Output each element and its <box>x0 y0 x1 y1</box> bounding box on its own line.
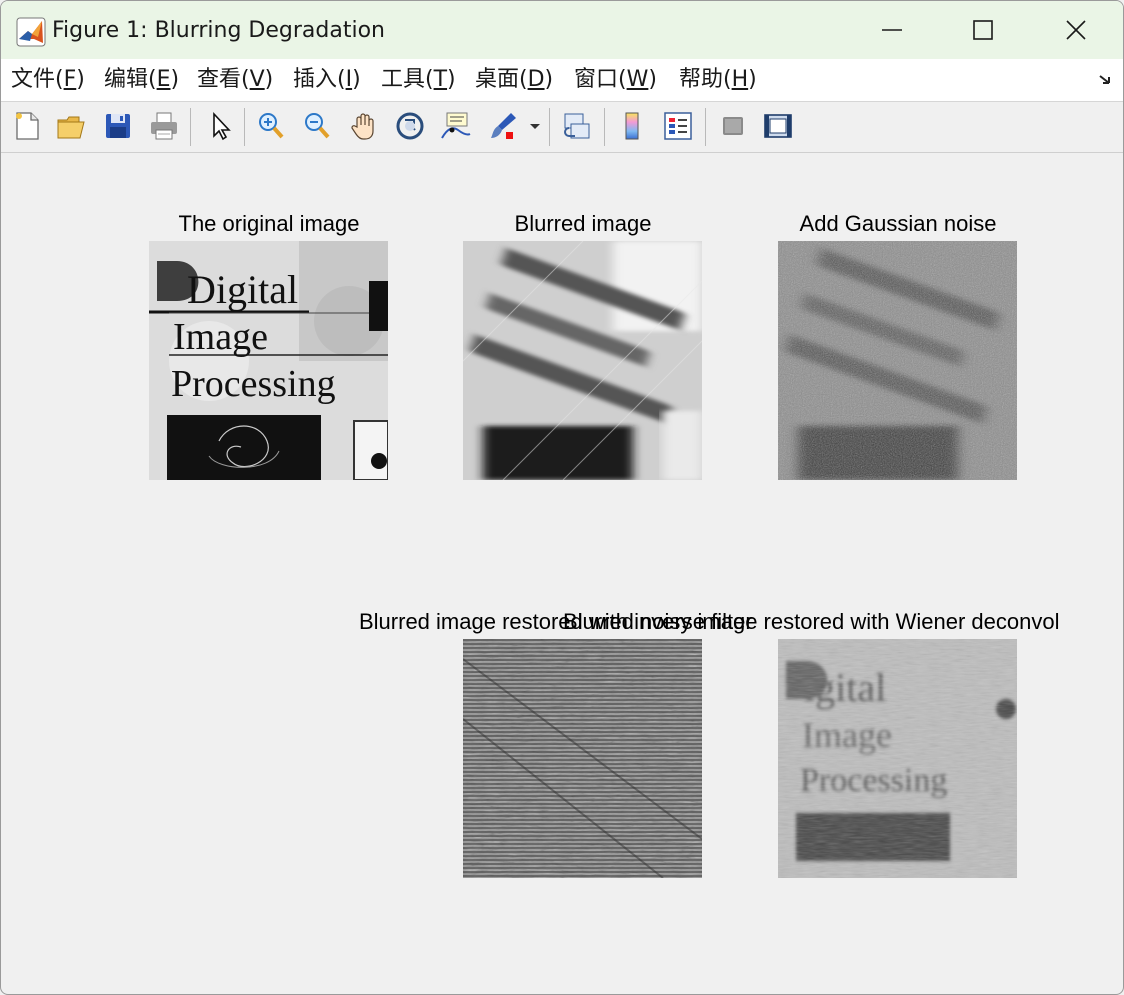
edit-plot-cursor-icon[interactable] <box>202 108 238 144</box>
toolbar-separator <box>705 108 706 146</box>
menu-label-end: ) <box>648 67 657 92</box>
print-icon[interactable] <box>146 108 182 144</box>
zoom-out-icon[interactable] <box>299 108 335 144</box>
menu-mnemonic: V <box>249 67 265 92</box>
menu-label: 帮助( <box>679 67 732 92</box>
toolbar-separator <box>549 108 550 146</box>
save-icon[interactable] <box>100 108 136 144</box>
menu-label: 工具( <box>381 67 434 92</box>
image-text-digital: Digital <box>187 267 298 312</box>
menu-label: 桌面( <box>475 67 528 92</box>
menu-label-end: ) <box>264 67 274 92</box>
show-plot-tools-icon[interactable] <box>760 108 796 144</box>
menu-label-end: ) <box>544 67 554 92</box>
menu-mnemonic: E <box>156 67 171 92</box>
matlab-app-icon <box>16 17 46 47</box>
menu-label: 编辑( <box>104 67 157 92</box>
minimize-icon <box>882 29 902 31</box>
close-button[interactable] <box>1031 5 1121 55</box>
menu-tools[interactable]: 工具(T) <box>381 65 456 95</box>
original-image: Digital Image Processing <box>149 241 388 480</box>
toolbar-separator <box>604 108 605 146</box>
close-icon <box>1066 20 1086 40</box>
menu-mnemonic: D <box>527 67 545 92</box>
figure-toolbar <box>1 102 1123 153</box>
menu-desktop[interactable]: 桌面(D) <box>475 65 553 95</box>
inverse-restored-image <box>463 639 702 878</box>
hide-plot-tools-icon[interactable] <box>715 108 751 144</box>
noisy-image <box>778 241 1017 480</box>
menu-insert[interactable]: 插入(I) <box>293 65 361 95</box>
toolbar-separator <box>244 108 245 146</box>
menu-label-end: ) <box>352 67 361 92</box>
menu-label-end: ) <box>447 67 456 92</box>
menu-bar: 文件(F) 编辑(E) 查看(V) 插入(I) 工具(T) 桌面(D) 窗口(W… <box>1 59 1123 102</box>
new-figure-icon[interactable] <box>9 108 45 144</box>
data-cursor-icon[interactable] <box>438 108 474 144</box>
brush-dropdown-icon[interactable] <box>525 108 545 144</box>
maximize-button[interactable] <box>938 5 1028 55</box>
open-file-icon[interactable] <box>53 108 89 144</box>
menu-label-end: ) <box>170 67 180 92</box>
link-plot-icon[interactable] <box>559 108 595 144</box>
figure-window: Figure 1: Blurring Degradation 文件(F) 编辑(… <box>0 0 1124 995</box>
window-title: Figure 1: Blurring Degradation <box>52 18 385 43</box>
menu-mnemonic: H <box>731 67 749 92</box>
title-bar: Figure 1: Blurring Degradation <box>1 1 1123 59</box>
menu-label: 窗口( <box>574 67 627 92</box>
legend-icon[interactable] <box>660 108 696 144</box>
menu-label: 插入( <box>293 67 346 92</box>
menu-window[interactable]: 窗口(W) <box>574 65 657 95</box>
brush-icon[interactable] <box>485 108 521 144</box>
wiener-restored-image: igital Image Processing <box>778 639 1017 878</box>
menu-label: 查看( <box>197 67 250 92</box>
maximize-icon <box>973 20 993 40</box>
toolbar-separator <box>190 108 191 146</box>
image-text-image: Image <box>173 316 268 358</box>
menu-mnemonic: T <box>433 67 448 92</box>
menu-view[interactable]: 查看(V) <box>197 65 273 95</box>
image-text-processing: Processing <box>171 363 336 405</box>
dock-figure-icon[interactable] <box>1097 71 1115 89</box>
subplot-title-original: The original image <box>178 211 360 236</box>
menu-label-end: ) <box>76 67 85 92</box>
rotate-3d-icon[interactable] <box>392 108 428 144</box>
menu-mnemonic: W <box>626 67 649 92</box>
menu-mnemonic: F <box>63 67 77 92</box>
menu-edit[interactable]: 编辑(E) <box>104 65 179 95</box>
blurred-image <box>463 241 702 480</box>
subplot-title-wiener: Blurred noisy image restored with Wiener… <box>563 609 1060 634</box>
menu-help[interactable]: 帮助(H) <box>679 65 757 95</box>
menu-label: 文件( <box>11 67 64 92</box>
colorbar-icon[interactable] <box>614 108 650 144</box>
menu-file[interactable]: 文件(F) <box>11 65 85 95</box>
minimize-button[interactable] <box>847 5 937 55</box>
menu-label-end: ) <box>748 67 757 92</box>
subplot-title-blurred: Blurred image <box>514 211 652 236</box>
pan-hand-icon[interactable] <box>346 108 382 144</box>
subplot-title-noisy: Add Gaussian noise <box>799 211 997 236</box>
zoom-in-icon[interactable] <box>253 108 289 144</box>
